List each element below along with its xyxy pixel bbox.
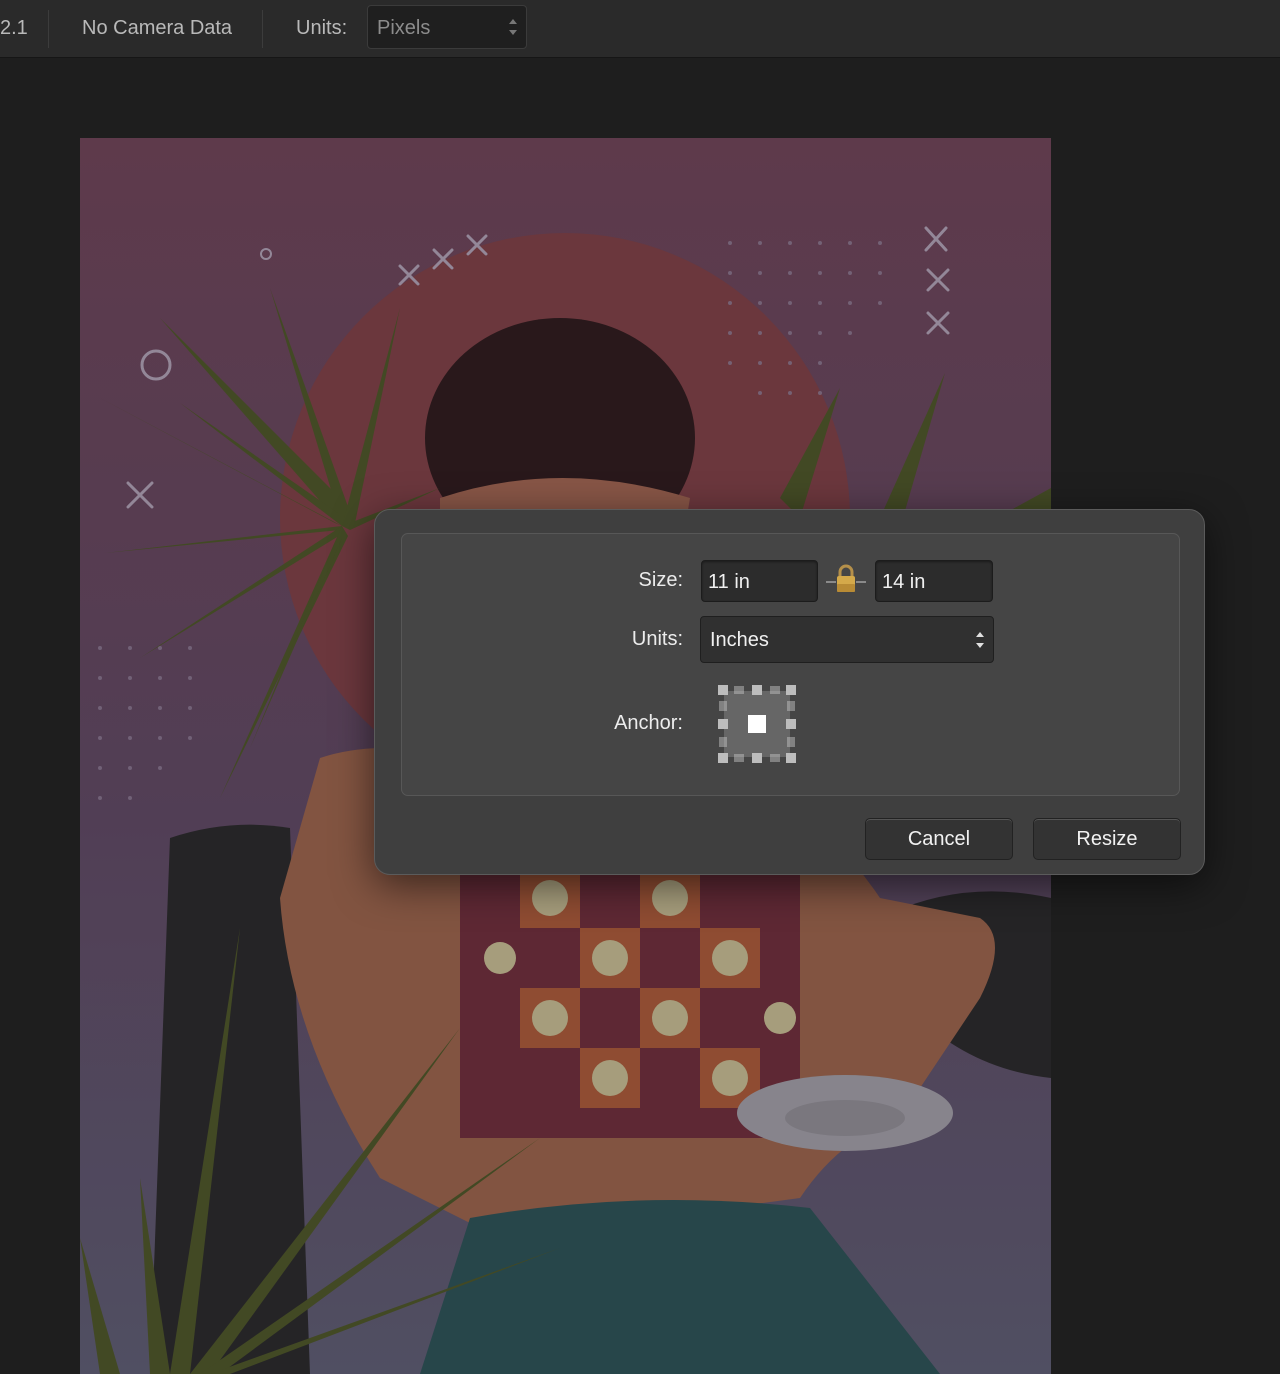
anchor-top-right [786, 685, 796, 695]
width-value: 11 in [708, 571, 750, 593]
width-field[interactable]: 11 in [701, 560, 818, 602]
resize-button[interactable]: Resize [1033, 818, 1181, 860]
anchor-middle-right [786, 719, 796, 729]
lock-icon[interactable] [826, 564, 866, 596]
anchor-label: Anchor: [614, 712, 683, 734]
toolbar-units-value: Pixels [377, 17, 431, 39]
toolbar-divider [262, 10, 263, 48]
units-label: Units: [631, 628, 683, 650]
cancel-button[interactable]: Cancel [865, 818, 1013, 860]
resize-options-panel: Size: 11 in 14 in Units: Inches Anchor: [401, 533, 1180, 796]
height-field[interactable]: 14 in [875, 560, 993, 602]
toolbar-version-text: 2.1 [0, 17, 28, 39]
anchor-grid[interactable] [718, 685, 796, 763]
context-toolbar: 2.1 No Camera Data Units: Pixels [0, 0, 1280, 58]
resize-dialog: Size: 11 in 14 in Units: Inches Anchor: [374, 509, 1205, 875]
toolbar-units-label: Units: [296, 17, 348, 39]
anchor-bottom-center [752, 753, 762, 763]
anchor-top-left [718, 685, 728, 695]
toolbar-divider [48, 10, 49, 48]
camera-data-text: No Camera Data [82, 17, 233, 39]
anchor-middle-left [718, 719, 728, 729]
anchor-bottom-right [786, 753, 796, 763]
units-value: Inches [710, 629, 769, 651]
height-value: 14 in [882, 571, 926, 593]
select-stepper-icon [508, 14, 518, 40]
anchor-top-center [752, 685, 762, 695]
toolbar-units-select[interactable]: Pixels [367, 5, 527, 49]
anchor-center-selected [748, 715, 766, 733]
units-select[interactable]: Inches [700, 616, 994, 663]
select-stepper-icon [975, 627, 985, 653]
size-label: Size: [638, 569, 683, 591]
anchor-bottom-left [718, 753, 728, 763]
